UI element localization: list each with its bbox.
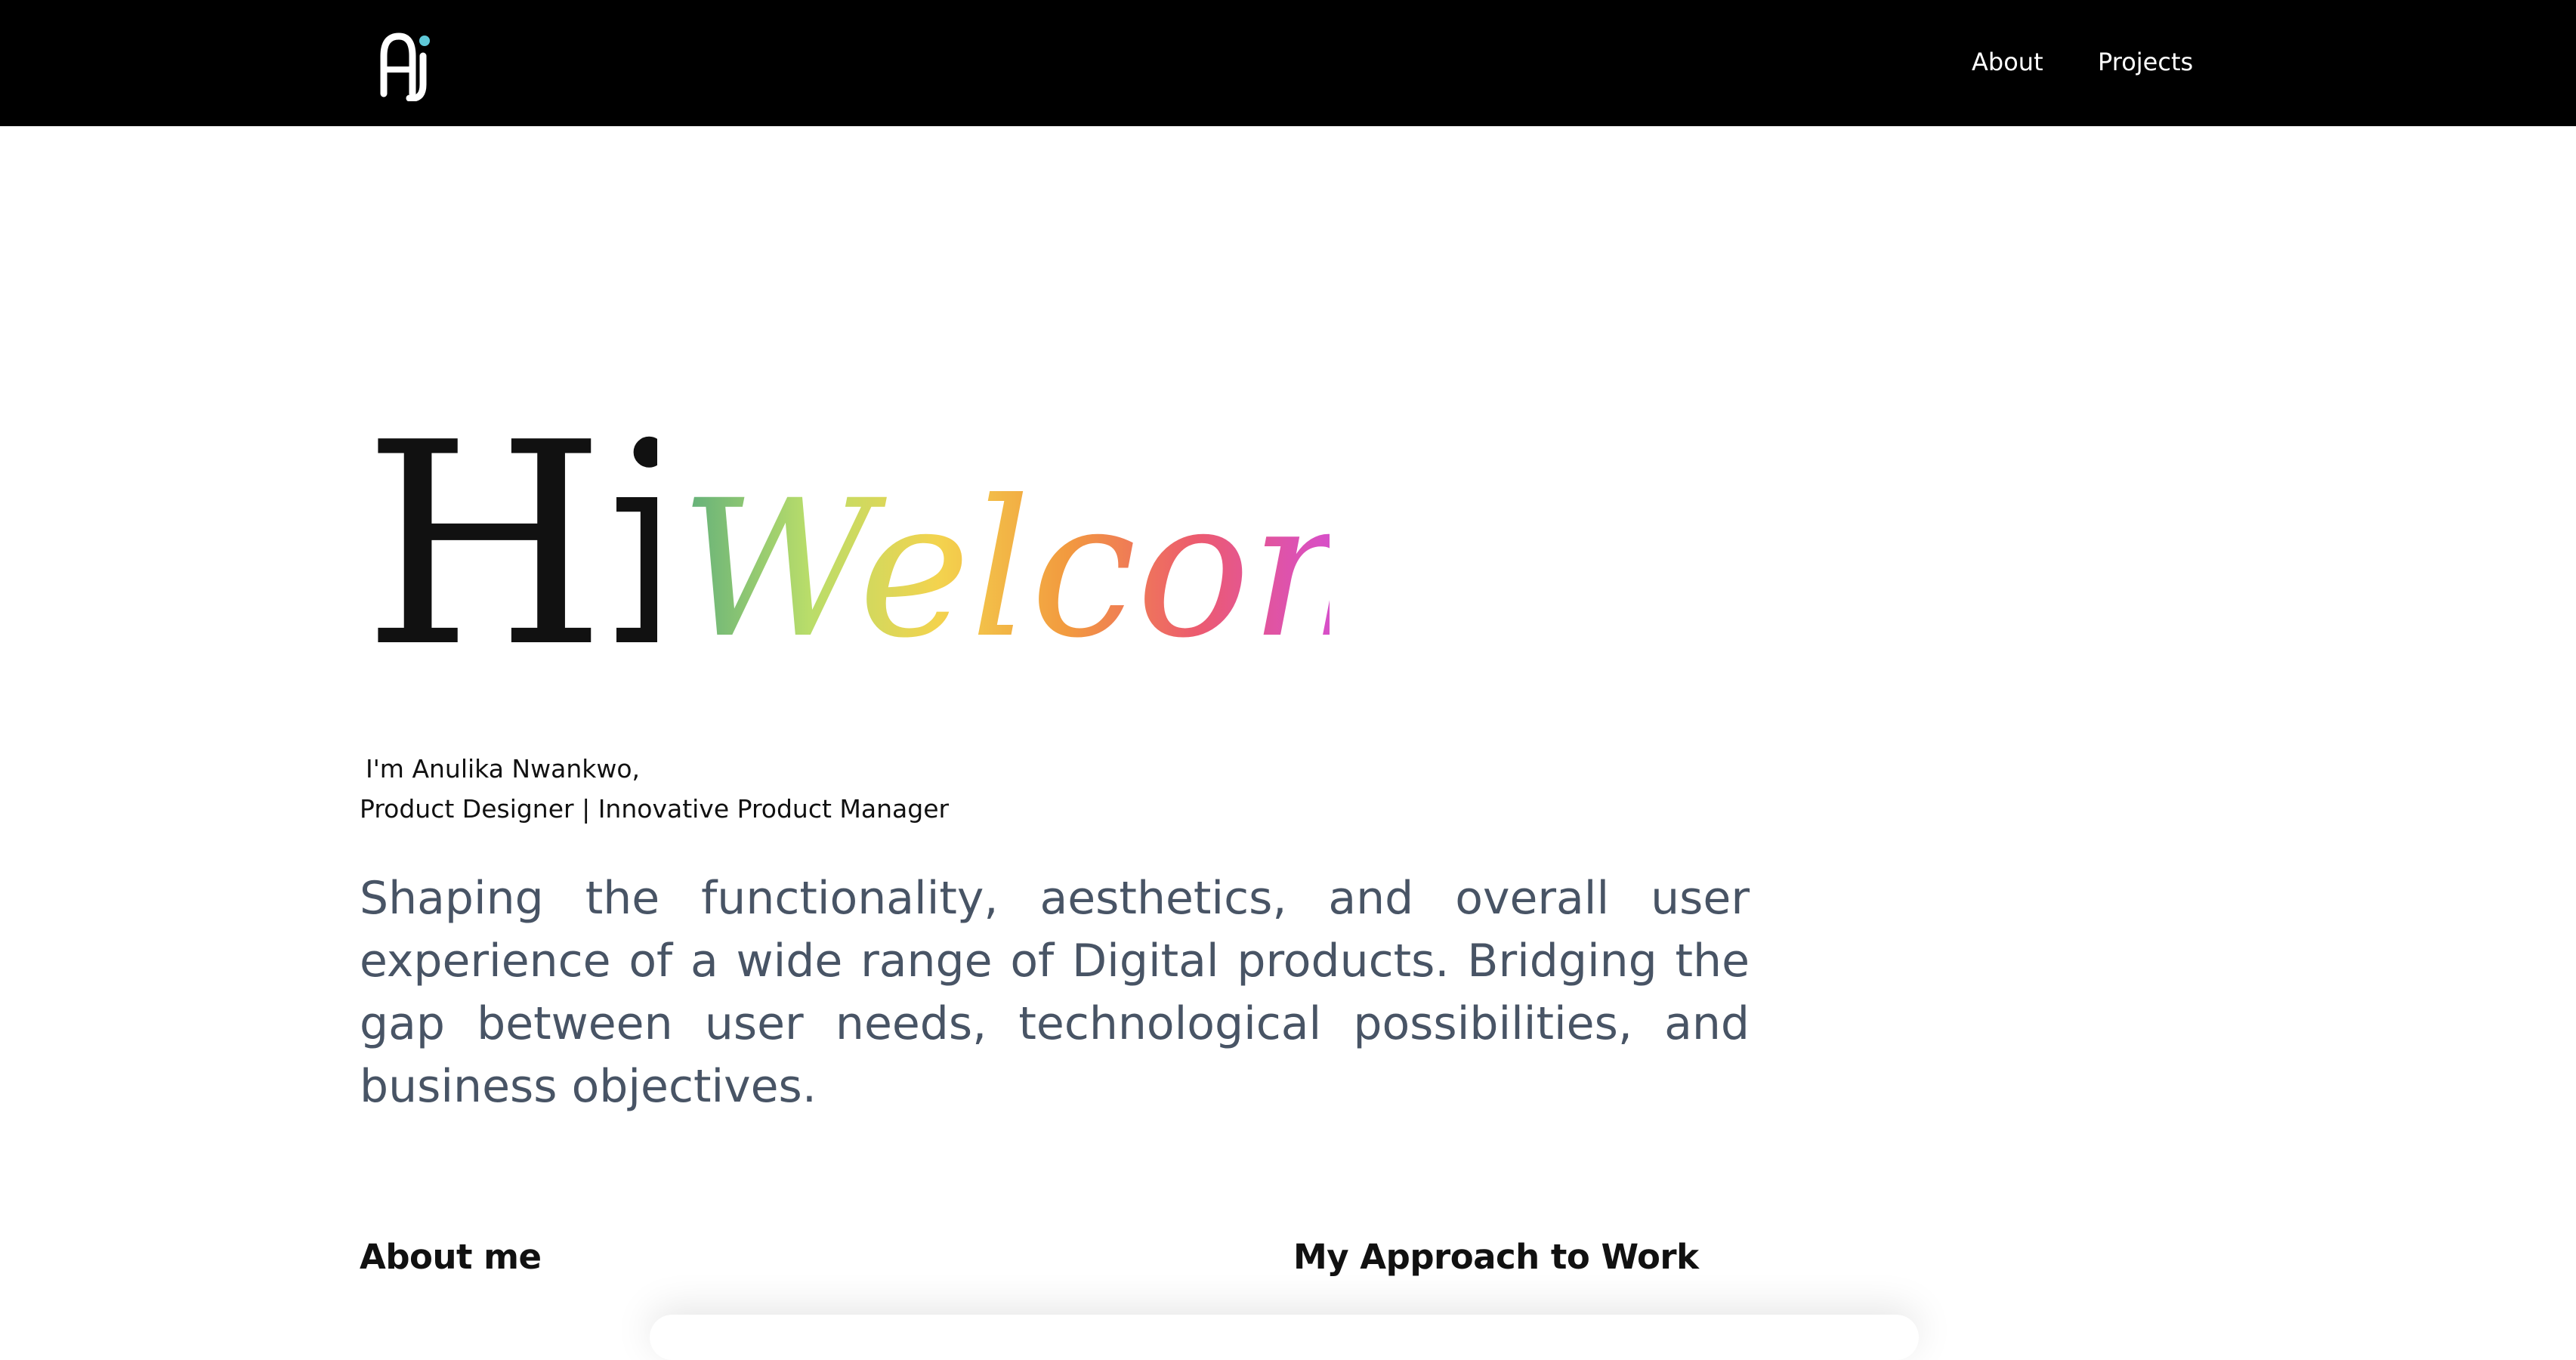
logo-icon[interactable] [376,26,437,101]
hero-greeting-text: Hi, [363,393,657,665]
content-card [650,1315,1919,1360]
hero-welcome-text: Welcome [680,484,1330,657]
about-me-heading: About me [360,1237,542,1277]
intro-role: Product Designer | Innovative Product Ma… [360,794,950,824]
nav-about-link[interactable]: About [1972,45,2043,79]
nav-projects-link[interactable]: Projects [2098,45,2193,79]
intro-name: I'm Anulika Nwankwo, [366,754,641,784]
approach-heading: My Approach to Work [1293,1237,1699,1277]
top-navigation-bar: About Projects [0,0,2576,126]
hero-greeting: Hi, [363,393,657,665]
hero-tagline: Shaping the functionality, aesthetics, a… [360,872,1750,1113]
hero-welcome-script: Welcome [680,484,1330,657]
